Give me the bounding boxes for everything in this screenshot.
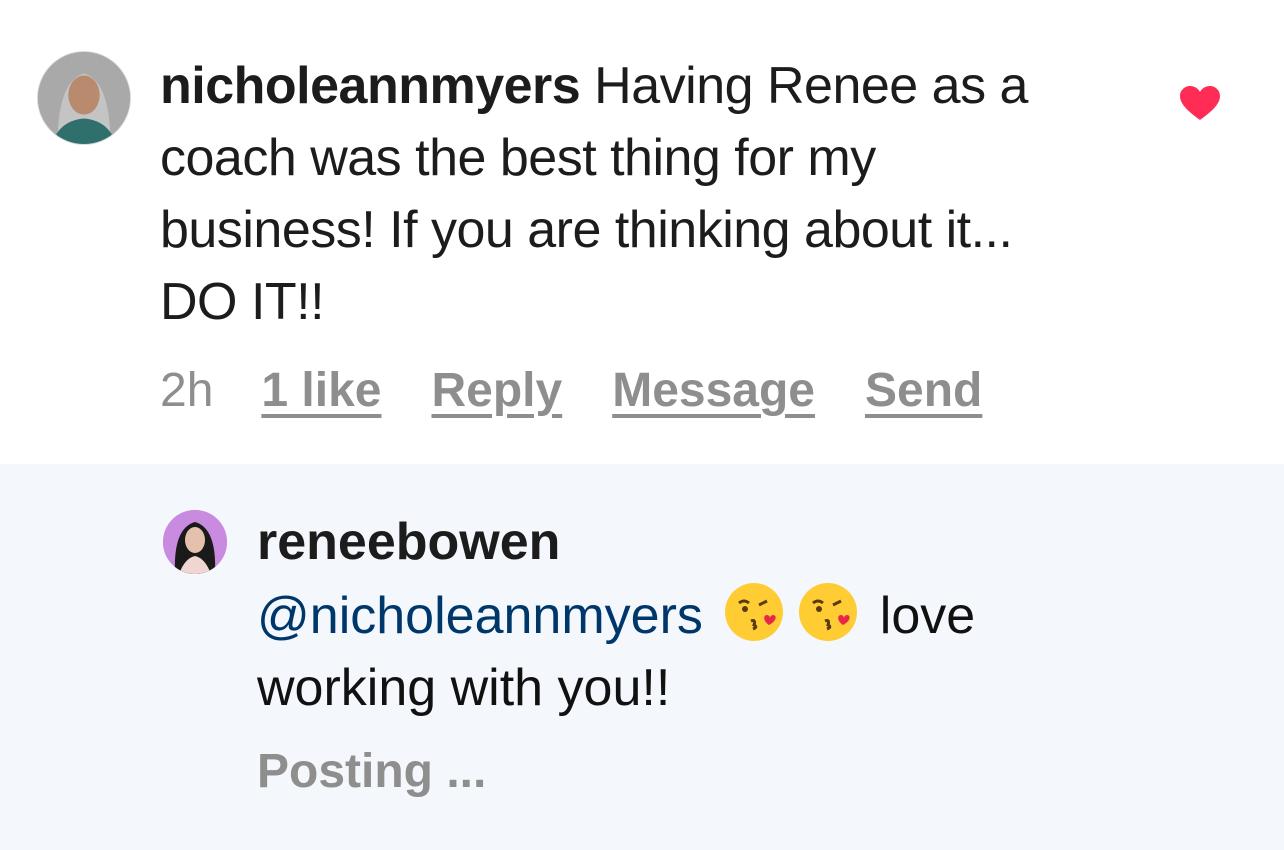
kiss-emoji [723,581,785,643]
kiss-emoji [797,581,859,643]
avatar-image [38,52,130,144]
comment-meta: 2h 1 like Reply Message Send [160,358,1032,422]
heart-icon-shape [1180,86,1220,120]
comment-body: nicholeannmyers Having Renee as a coach … [160,50,1080,338]
comment-username[interactable]: nicholeannmyers [160,57,581,115]
comment: nicholeannmyers Having Renee as a coach … [0,0,1284,464]
message-link[interactable]: Message [612,363,815,418]
send-link[interactable]: Send [865,363,982,418]
reply-avatar-image [163,510,227,574]
posting-status: Posting ... [257,745,487,798]
reply-link[interactable]: Reply [431,363,562,418]
heart-icon[interactable] [1180,86,1220,122]
kiss-emoji-shape [725,583,784,641]
reply-avatar[interactable] [163,510,227,574]
kiss-emoji-shape [799,583,858,641]
mention-link[interactable]: @nicholeannmyers [257,587,703,645]
reply-username[interactable]: reneebowen [257,510,560,574]
avatar[interactable] [37,51,131,145]
comment-time: 2h [160,363,214,417]
likes-link[interactable]: 1 like [261,363,381,418]
reply-body: @nicholeannmyers love working with you!! [257,580,1137,724]
